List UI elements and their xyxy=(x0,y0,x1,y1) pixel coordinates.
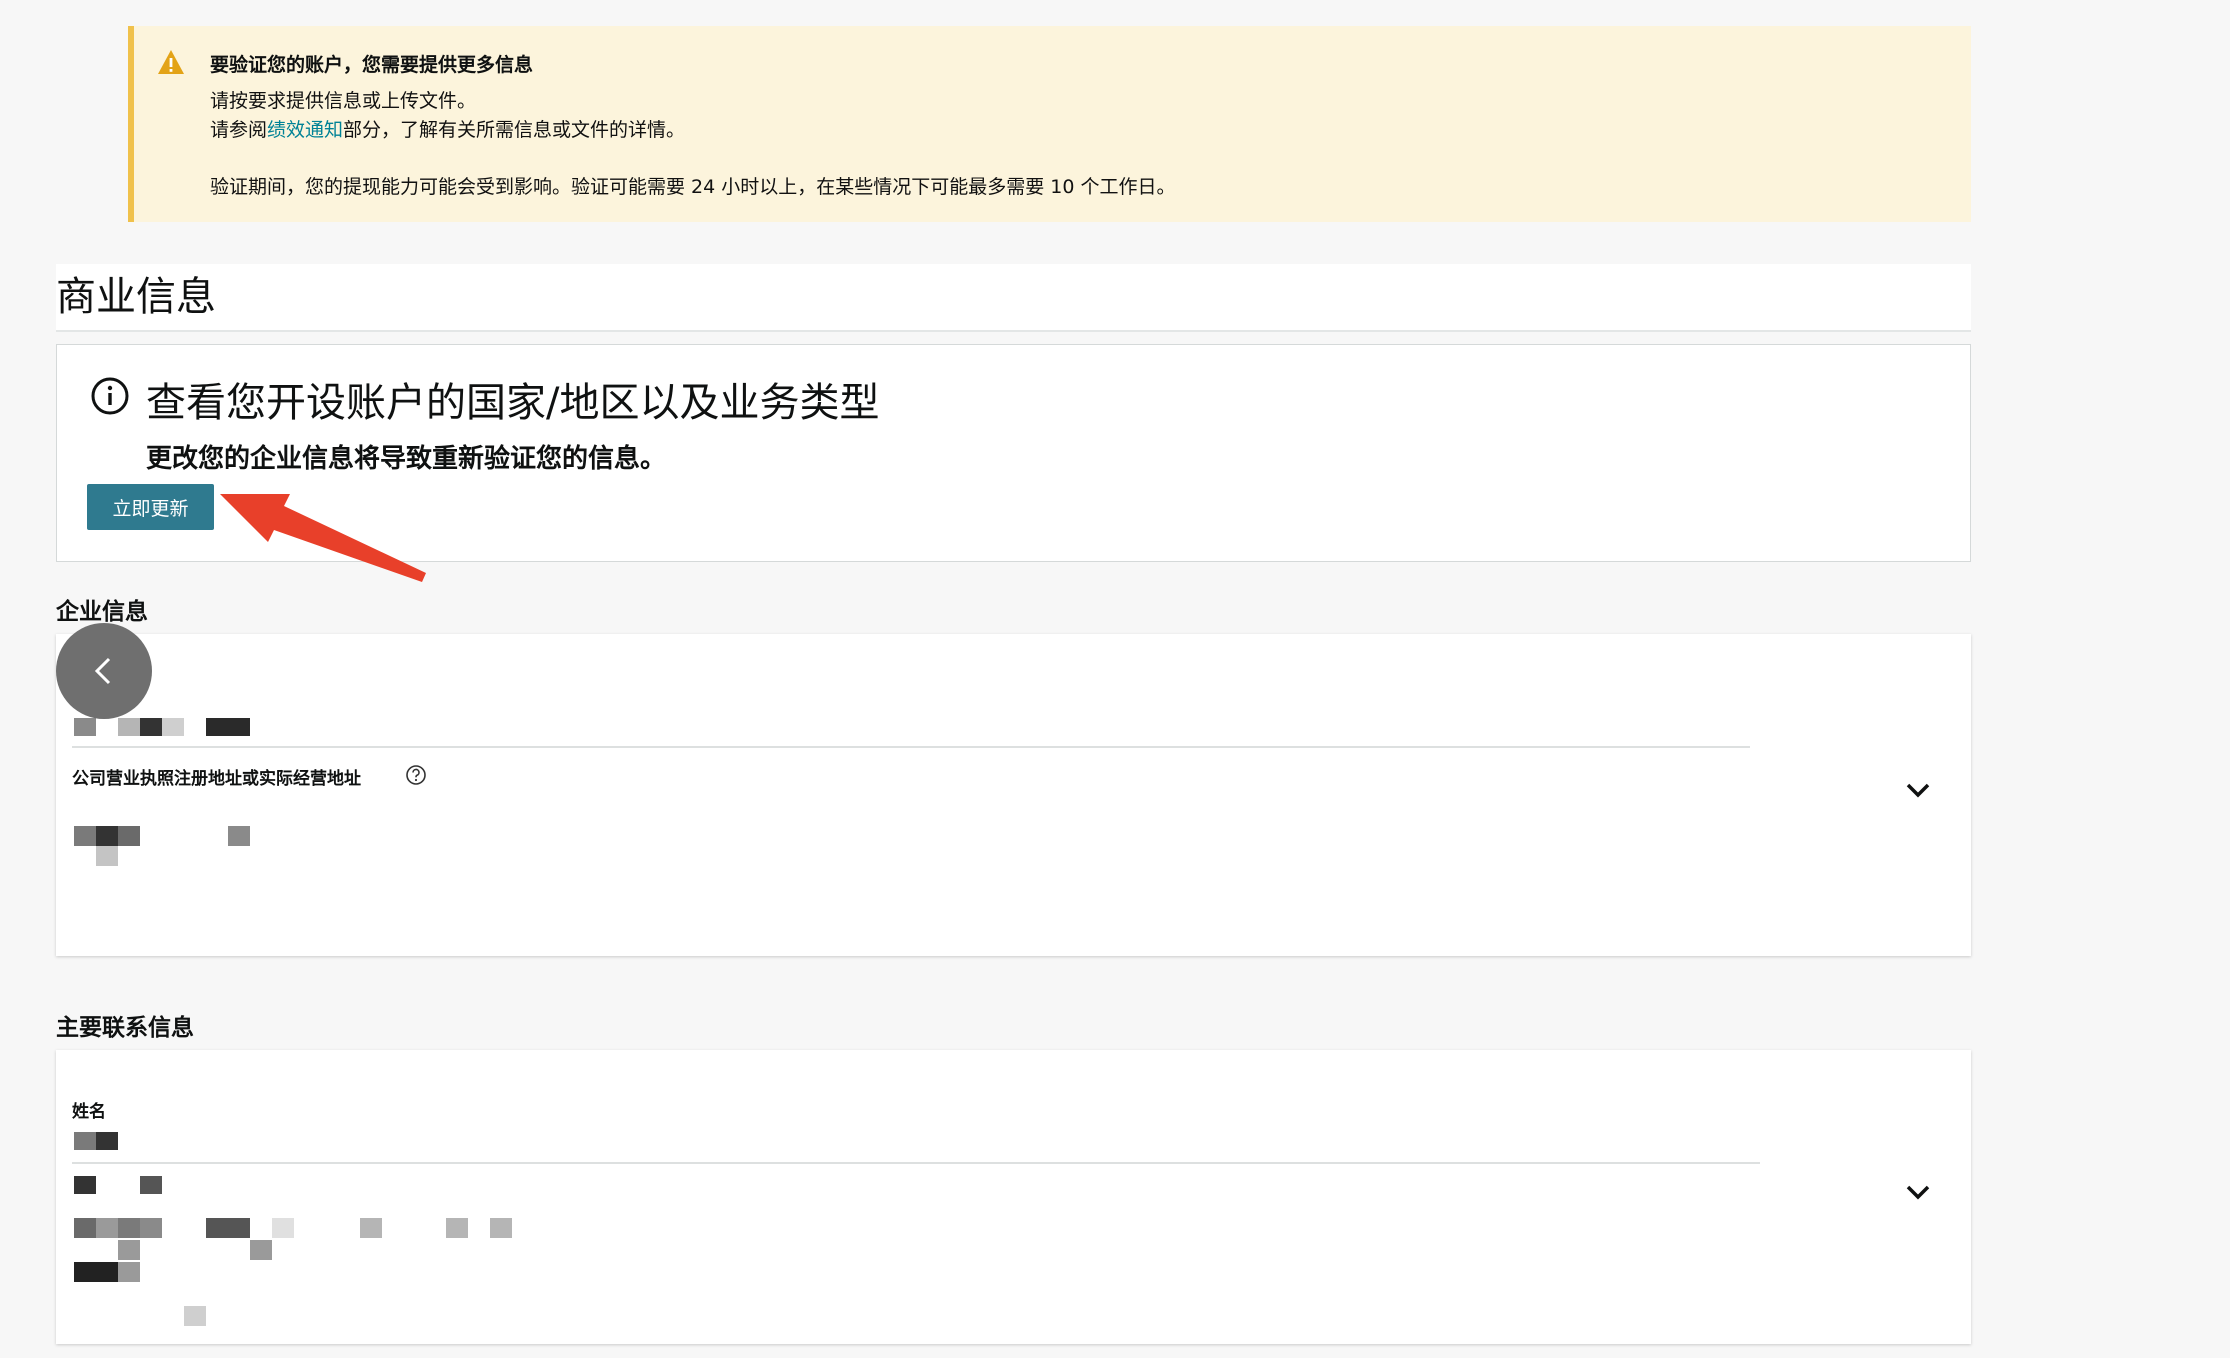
field-divider xyxy=(72,1162,1760,1164)
infobox-heading: 查看您开设账户的国家/地区以及业务类型 xyxy=(146,380,880,426)
redacted-block xyxy=(96,846,118,866)
alert-line-2-prefix: 请参阅 xyxy=(210,119,268,141)
primary-contact-card xyxy=(56,1050,1971,1344)
redacted-block xyxy=(162,718,184,736)
alert-line-2: 请参阅绩效通知部分，了解有关所需信息或文件的详情。 xyxy=(210,115,685,142)
back-button[interactable] xyxy=(56,623,152,719)
redacted-block xyxy=(74,1176,96,1194)
redacted-block xyxy=(206,718,250,736)
redacted-block xyxy=(96,826,118,846)
redacted-block xyxy=(360,1218,382,1238)
primary-contact-label: 主要联系信息 xyxy=(56,1015,194,1041)
redacted-block xyxy=(140,1218,162,1238)
name-label: 姓名 xyxy=(72,1102,106,1122)
alert-line-1: 请按要求提供信息或上传文件。 xyxy=(210,90,477,112)
redacted-block xyxy=(118,1218,140,1238)
redacted-block xyxy=(74,1262,118,1282)
alert-line-2-suffix: 部分，了解有关所需信息或文件的详情。 xyxy=(343,119,686,141)
company-info-card xyxy=(56,634,1971,956)
redacted-block xyxy=(74,1132,96,1150)
field-divider xyxy=(72,746,1750,748)
redacted-block xyxy=(118,1240,140,1260)
company-info-label: 企业信息 xyxy=(56,599,148,625)
redacted-block xyxy=(118,718,140,736)
redacted-block xyxy=(446,1218,468,1238)
redacted-block xyxy=(140,1176,162,1194)
redacted-block xyxy=(118,826,140,846)
redacted-block xyxy=(228,826,250,846)
redacted-block xyxy=(184,1306,206,1326)
redacted-block xyxy=(96,1218,118,1238)
redacted-block xyxy=(74,718,96,736)
address-label: 公司营业执照注册地址或实际经营地址 xyxy=(72,769,361,789)
redacted-block xyxy=(74,826,96,846)
performance-notice-link[interactable]: 绩效通知 xyxy=(267,119,343,141)
page-title: 商业信息 xyxy=(56,274,216,320)
alert-line-3: 验证期间，您的提现能力可能会受到影响。验证可能需要 24 小时以上，在某些情况下… xyxy=(210,176,1176,198)
redacted-block xyxy=(140,718,162,736)
redacted-block xyxy=(250,1240,272,1260)
redacted-block xyxy=(206,1218,250,1238)
annotation-arrow-icon xyxy=(220,494,426,582)
chevron-down-icon[interactable] xyxy=(1904,1182,1932,1202)
redacted-block xyxy=(490,1218,512,1238)
section-header xyxy=(56,264,1971,332)
info-circle-icon xyxy=(91,377,129,415)
update-now-button[interactable]: 立即更新 xyxy=(87,484,214,530)
redacted-block xyxy=(118,1262,140,1282)
chevron-down-icon[interactable] xyxy=(1904,780,1932,800)
warning-icon xyxy=(158,50,184,74)
chevron-left-icon xyxy=(94,657,111,685)
redacted-block xyxy=(74,1218,96,1238)
help-icon[interactable] xyxy=(405,764,427,786)
redacted-block xyxy=(272,1218,294,1238)
infobox-subtext: 更改您的企业信息将导致重新验证您的信息。 xyxy=(146,444,667,474)
alert-title: 要验证您的账户，您需要提供更多信息 xyxy=(210,54,534,76)
redacted-block xyxy=(96,1132,118,1150)
